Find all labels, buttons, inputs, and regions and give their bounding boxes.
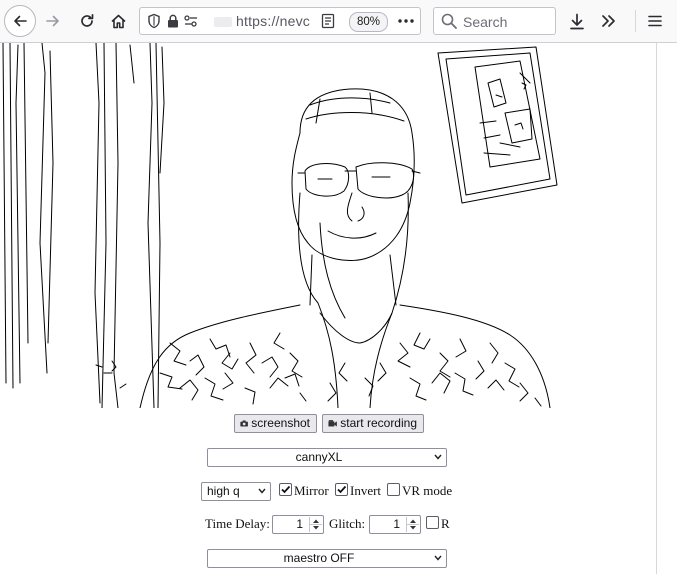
spinner-arrows-icon (407, 519, 419, 530)
glitch-label: Glitch: (329, 516, 366, 531)
reload-icon (81, 13, 94, 27)
screenshot-button[interactable]: screenshot (234, 414, 317, 433)
glitch-value: 1 (393, 517, 400, 531)
arrow-left-icon (14, 15, 27, 27)
back-button[interactable] (4, 5, 36, 37)
url-bar[interactable]: https://nevc 80% (139, 7, 421, 35)
maestro-select-value: maestro OFF (283, 551, 355, 565)
vr-mode-checkbox[interactable] (387, 483, 400, 496)
screenshot-label: screenshot (251, 416, 310, 430)
url-redaction (214, 17, 232, 27)
record-label: start recording (340, 416, 417, 430)
edge-detected-video-frame (2, 43, 558, 408)
spinner-arrows-icon (310, 519, 322, 530)
browser-toolbar: https://nevc 80% Search (0, 0, 677, 43)
invert-label: Invert (350, 483, 382, 498)
reload-button[interactable] (72, 6, 102, 36)
mirror-label: Mirror (294, 483, 329, 498)
maestro-select[interactable]: maestro OFF (207, 549, 447, 568)
glitch-stepper[interactable] (406, 517, 419, 532)
toolbar-separator (635, 10, 636, 32)
filter-select[interactable]: cannyXL (207, 448, 447, 467)
hamburger-menu-icon (648, 15, 662, 27)
forward-button[interactable] (38, 6, 68, 36)
home-button[interactable] (103, 6, 133, 36)
quality-select[interactable]: high q (201, 482, 271, 501)
mirror-checkbox[interactable] (279, 483, 292, 496)
permissions-icon[interactable] (183, 8, 199, 34)
time-delay-stepper[interactable] (309, 517, 322, 532)
quality-select-value: high q (207, 484, 240, 498)
menu-button[interactable] (640, 6, 670, 36)
camera-icon (240, 420, 248, 427)
chevron-down-icon (258, 488, 266, 494)
search-placeholder: Search (463, 14, 508, 30)
camera-canvas[interactable] (0, 43, 568, 408)
video-camera-icon (328, 420, 337, 427)
checkmark-icon (337, 485, 347, 494)
lock-icon[interactable] (167, 8, 179, 34)
time-delay-value: 1 (296, 517, 303, 531)
start-recording-button[interactable]: start recording (322, 414, 424, 433)
download-icon (570, 13, 584, 29)
overflow-button[interactable] (594, 6, 624, 36)
time-delay-label: Time Delay: (205, 516, 270, 531)
time-delay-input[interactable]: 1 (272, 515, 324, 534)
arrow-right-icon (46, 15, 59, 27)
checkmark-icon (281, 485, 291, 494)
search-field[interactable]: Search (433, 7, 556, 35)
chevron-down-icon (434, 454, 442, 460)
shield-icon[interactable] (147, 8, 161, 34)
chevron-down-icon (434, 555, 442, 561)
r-label: R (441, 516, 450, 531)
page-actions-icon[interactable] (398, 8, 414, 34)
zoom-badge[interactable]: 80% (349, 12, 389, 32)
home-icon (110, 14, 126, 28)
r-checkbox[interactable] (426, 516, 439, 529)
search-icon (441, 13, 457, 29)
page-edge-line (656, 43, 657, 574)
invert-checkbox[interactable] (335, 483, 348, 496)
filter-select-value: cannyXL (295, 450, 343, 464)
reader-view-icon[interactable] (321, 8, 335, 34)
vr-mode-label: VR mode (402, 483, 453, 498)
chevron-double-right-icon (602, 15, 615, 27)
glitch-input[interactable]: 1 (369, 515, 421, 534)
downloads-button[interactable] (562, 6, 592, 36)
